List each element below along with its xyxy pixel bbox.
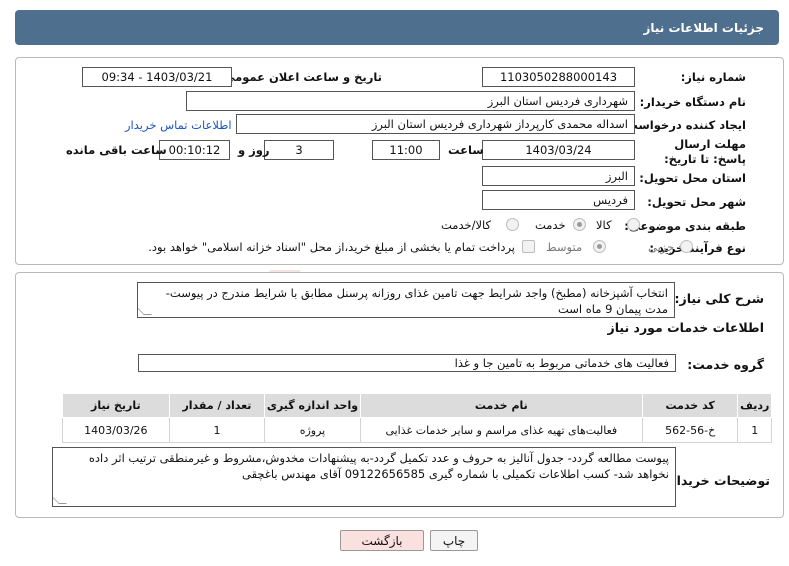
days-label: روز و <box>238 143 270 157</box>
request-creator-label: ایجاد کننده درخواست: <box>621 118 746 132</box>
remaining-time-field: 00:10:12 <box>159 140 230 160</box>
deadline-label: مهلت ارسال پاسخ: تا تاریخ: <box>664 137 746 166</box>
category-goods-radio[interactable] <box>627 218 640 231</box>
col-name: نام خدمت <box>359 393 643 418</box>
cell-qty: 1 <box>168 417 266 443</box>
cell-date: 1403/03/26 <box>62 417 170 443</box>
buyer-notes-label: توضیحات خریدار: <box>664 473 770 488</box>
need-number-field: 1103050288000143 <box>482 67 635 87</box>
services-table-header: ردیف کد خدمت نام خدمت واحد اندازه گیری ت… <box>62 393 772 418</box>
process-minor-radio[interactable] <box>680 240 693 253</box>
buyer-contact-link[interactable]: اطلاعات تماس خریدار <box>125 118 232 132</box>
description-textarea: انتخاب آشپزخانه (مطبخ) واجد شرایط جهت تا… <box>137 282 675 318</box>
deadline-time-field: 11:00 <box>372 140 440 160</box>
resize-handle-icon[interactable] <box>138 307 152 315</box>
resize-handle-icon[interactable] <box>53 496 67 504</box>
category-label: طبقه بندی موضوعی: <box>624 219 746 233</box>
print-button[interactable]: چاپ <box>430 530 478 551</box>
services-table: ردیف کد خدمت نام خدمت واحد اندازه گیری ت… <box>62 393 772 443</box>
col-date: تاریخ نیاز <box>62 393 170 418</box>
process-medium-label: متوسط <box>546 240 583 254</box>
buyer-notes-textarea: پیوست مطالعه گردد- جدول آنالیز به حروف و… <box>52 447 676 507</box>
col-row: ردیف <box>737 393 772 418</box>
remaining-time-label: ساعت باقی مانده <box>66 143 167 157</box>
cell-code: خ-56-562 <box>641 417 739 443</box>
announce-datetime-field: 1403/03/21 - 09:34 <box>82 67 232 87</box>
need-number-label: شماره نیاز: <box>680 70 746 84</box>
buyer-org-field: شهرداری فردیس استان البرز <box>186 91 635 111</box>
province-field: البرز <box>482 166 635 186</box>
col-qty: تعداد / مقدار <box>168 393 266 418</box>
deadline-date-field: 1403/03/24 <box>482 140 635 160</box>
category-service-radio[interactable] <box>573 218 586 231</box>
buyer-org-label: نام دستگاه خریدار: <box>639 95 746 109</box>
category-goods-service-radio[interactable] <box>506 218 519 231</box>
process-medium-radio[interactable] <box>593 240 606 253</box>
category-service-label: خدمت <box>535 218 566 232</box>
back-button[interactable]: بازگشت <box>340 530 424 551</box>
treasury-payment-note: پرداخت تمام یا بخشی از مبلغ خرید،از محل … <box>148 240 515 254</box>
services-section-title: اطلاعات خدمات مورد نیاز <box>607 320 765 335</box>
description-label: شرح کلی نیاز: <box>674 291 764 306</box>
page-title: جزئیات اطلاعات نیاز <box>643 20 764 35</box>
request-creator-field: اسداله محمدی کارپرداز شهرداری فردیس استا… <box>236 114 635 134</box>
cell-unit: پروژه <box>264 417 361 443</box>
city-field: فردیس <box>482 190 635 210</box>
cell-name: فعالیت‌های تهیه غذای مراسم و سایر خدمات … <box>359 417 643 443</box>
announce-datetime-label: تاریخ و ساعت اعلان عمومی: <box>218 70 382 84</box>
remaining-days-field: 3 <box>264 140 334 160</box>
deadline-time-label: ساعت <box>448 143 484 157</box>
category-goods-label: کالا <box>596 218 612 232</box>
city-label: شهر محل تحویل: <box>647 195 746 209</box>
cell-row: 1 <box>737 417 772 443</box>
treasury-payment-checkbox[interactable] <box>522 240 535 253</box>
service-group-label: گروه خدمت: <box>687 357 764 372</box>
process-minor-label: جزیی <box>648 240 675 254</box>
province-label: استان محل تحویل: <box>639 171 746 185</box>
table-row: 1 خ-56-562 فعالیت‌های تهیه غذای مراسم و … <box>62 417 772 443</box>
col-code: کد خدمت <box>641 393 739 418</box>
service-group-field: فعالیت های خدماتی مربوط به تامین جا و غذ… <box>138 354 676 372</box>
description-text: انتخاب آشپزخانه (مطبخ) واجد شرایط جهت تا… <box>165 286 668 316</box>
category-goods-service-label: کالا/خدمت <box>441 218 492 232</box>
page-header: جزئیات اطلاعات نیاز <box>15 10 779 45</box>
buyer-notes-text: پیوست مطالعه گردد- جدول آنالیز به حروف و… <box>88 451 669 481</box>
col-unit: واحد اندازه گیری <box>264 393 361 418</box>
